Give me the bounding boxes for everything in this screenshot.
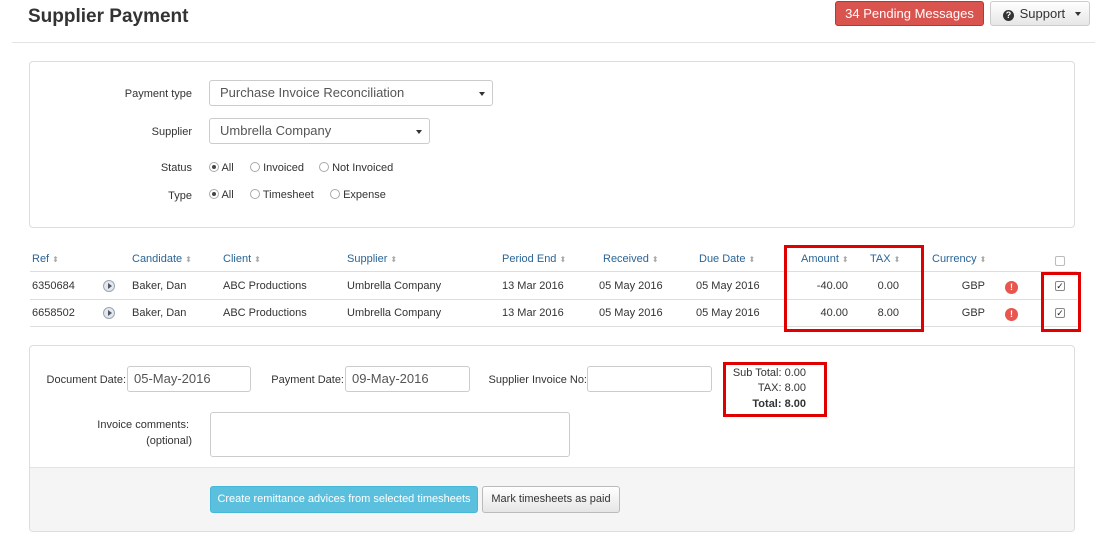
cell-supplier: Umbrella Company — [347, 280, 442, 292]
type-label: Type — [168, 190, 192, 202]
filter-panel — [29, 61, 1075, 228]
radio-label: Expense — [343, 189, 386, 201]
sort-icon: ⬍ — [185, 255, 192, 264]
sort-icon: ⬍ — [52, 255, 59, 264]
play-icon[interactable] — [103, 280, 115, 292]
sort-icon: ⬍ — [390, 255, 398, 264]
warning-icon[interactable]: ! — [1005, 281, 1018, 294]
cell-period-end: 13 Mar 2016 — [502, 280, 564, 292]
cell-client: ABC Productions — [223, 307, 307, 319]
sort-icon: ⬍ — [748, 255, 756, 264]
radio-icon[interactable] — [209, 189, 219, 199]
highlight-box-checkboxes — [1041, 272, 1081, 332]
radio-label: Not Invoiced — [332, 162, 394, 174]
payment-date-input[interactable]: 09-May-2016 — [345, 366, 470, 392]
column-header-supplier[interactable]: Supplier ⬍ — [347, 253, 397, 265]
status-radio-invoiced[interactable]: Invoiced — [250, 162, 304, 174]
play-icon[interactable] — [103, 307, 115, 319]
page-title: Supplier Payment — [28, 6, 189, 27]
chevron-down-icon — [479, 92, 485, 96]
payment-type-label: Payment type — [124, 88, 192, 100]
document-date-input[interactable]: 05-May-2016 — [127, 366, 251, 392]
column-header-period-end[interactable]: Period End ⬍ — [502, 253, 566, 265]
column-header-currency[interactable]: Currency ⬍ — [932, 253, 986, 265]
cell-candidate: Baker, Dan — [132, 280, 187, 292]
radio-icon[interactable] — [330, 189, 340, 199]
cell-period-end: 13 Mar 2016 — [502, 307, 564, 319]
chevron-down-icon — [416, 130, 422, 134]
invoice-comments-label: Invoice comments: — [97, 419, 189, 431]
cell-received: 05 May 2016 — [599, 280, 663, 292]
column-header-candidate[interactable]: Candidate ⬍ — [132, 253, 192, 265]
cell-due-date: 05 May 2016 — [696, 280, 760, 292]
mark-paid-button[interactable]: Mark timesheets as paid — [482, 486, 620, 513]
pending-messages-button[interactable]: 34 Pending Messages — [835, 1, 984, 26]
payment-date-label: Payment Date: — [271, 374, 344, 386]
invoice-comments-optional: (optional) — [146, 435, 192, 447]
status-label: Status — [160, 162, 192, 174]
select-all-checkbox[interactable] — [1055, 256, 1065, 266]
create-remittance-button[interactable]: Create remittance advices from selected … — [210, 486, 478, 513]
invoice-comments-textarea[interactable] — [210, 412, 570, 457]
cell-supplier: Umbrella Company — [347, 307, 442, 319]
document-date-label: Document Date: — [46, 374, 126, 386]
header-divider — [12, 42, 1095, 43]
radio-icon[interactable] — [250, 189, 260, 199]
radio-icon[interactable] — [250, 162, 260, 172]
radio-label: Timesheet — [262, 189, 314, 201]
type-radio-timesheet[interactable]: Timesheet — [250, 189, 314, 201]
radio-icon[interactable] — [209, 162, 219, 172]
supplier-invoice-input[interactable] — [587, 366, 712, 392]
type-radio-all[interactable]: All — [209, 189, 234, 201]
column-header-due-date[interactable]: Due Date ⬍ — [699, 253, 755, 265]
highlight-box-totals — [723, 362, 827, 417]
supplier-select[interactable]: Umbrella Company — [209, 118, 430, 144]
cell-ref: 6350684 — [32, 280, 75, 292]
support-dropdown-button[interactable]: ? Support — [990, 1, 1090, 26]
type-radio-expense[interactable]: Expense — [330, 189, 386, 201]
cell-ref: 6658502 — [32, 307, 75, 319]
question-icon: ? — [1003, 10, 1014, 21]
sort-icon: ⬍ — [559, 255, 567, 264]
warning-icon[interactable]: ! — [1005, 308, 1018, 321]
status-radio-not-invoiced[interactable]: Not Invoiced — [319, 162, 393, 174]
radio-label: All — [221, 162, 234, 174]
payment-type-select[interactable]: Purchase Invoice Reconciliation — [209, 80, 493, 106]
cell-currency: GBP — [961, 307, 985, 319]
support-label: Support — [1019, 6, 1066, 21]
cell-received: 05 May 2016 — [599, 307, 663, 319]
sort-icon: ⬍ — [979, 255, 987, 264]
cell-due-date: 05 May 2016 — [696, 307, 760, 319]
cell-client: ABC Productions — [223, 280, 307, 292]
column-header-ref[interactable]: Ref ⬍ — [32, 253, 59, 265]
cell-candidate: Baker, Dan — [132, 307, 187, 319]
status-radio-all[interactable]: All — [209, 162, 234, 174]
supplier-value: Umbrella Company — [220, 123, 332, 138]
radio-label: All — [221, 189, 234, 201]
column-header-received[interactable]: Received ⬍ — [603, 253, 659, 265]
supplier-label: Supplier — [151, 126, 192, 138]
payment-type-value: Purchase Invoice Reconciliation — [220, 85, 405, 100]
radio-icon[interactable] — [319, 162, 329, 172]
sort-icon: ⬍ — [254, 255, 261, 264]
chevron-down-icon — [1075, 12, 1081, 16]
highlight-box-amount-tax — [784, 245, 924, 332]
column-header-client[interactable]: Client ⬍ — [223, 253, 261, 265]
supplier-invoice-label: Supplier Invoice No: — [488, 374, 587, 386]
radio-label: Invoiced — [263, 162, 305, 174]
sort-icon: ⬍ — [651, 255, 659, 264]
cell-currency: GBP — [961, 280, 985, 292]
